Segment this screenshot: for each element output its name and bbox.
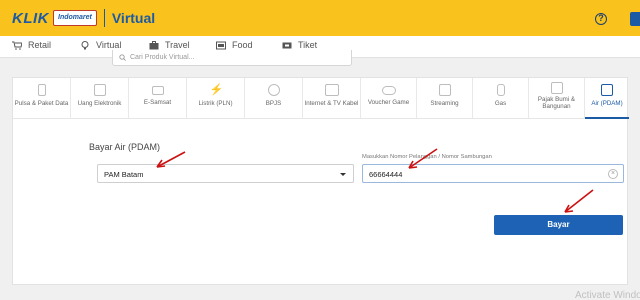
arrow-to-customer-field bbox=[408, 148, 438, 169]
arrow-to-pay-button bbox=[564, 189, 594, 213]
annotation-arrows bbox=[156, 148, 594, 213]
activate-windows-watermark: Activate Windows bbox=[575, 290, 640, 300]
arrow-to-select bbox=[156, 151, 186, 168]
